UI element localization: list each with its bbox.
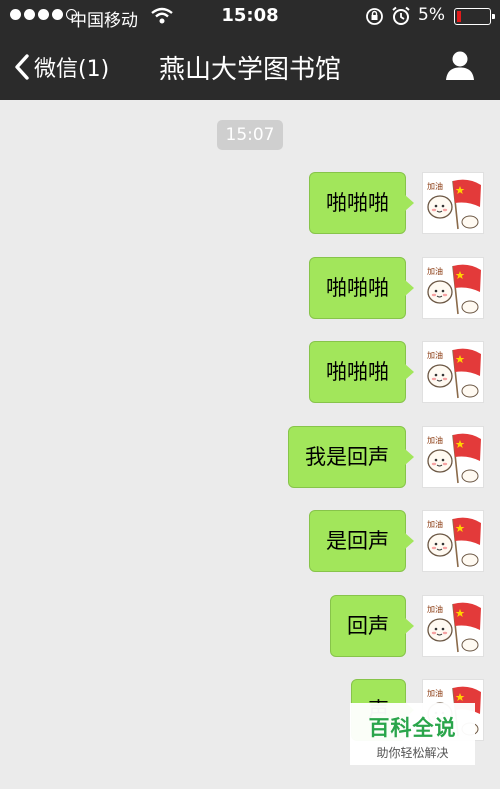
svg-text:加油: 加油	[427, 519, 443, 529]
message-bubble[interactable]: 是回声	[309, 510, 414, 572]
nav-bar: 微信(1) 燕山大学图书馆	[0, 33, 500, 100]
person-icon	[446, 51, 474, 80]
message-bubble[interactable]: 啪啪啪	[309, 172, 414, 234]
watermark: 百科全说 助你轻松解决	[350, 703, 475, 765]
sender-avatar[interactable]: 加油	[422, 172, 484, 234]
sender-avatar[interactable]: 加油	[422, 510, 484, 572]
alarm-icon	[392, 6, 410, 25]
message-row: 啪啪啪 加油	[309, 172, 484, 234]
message-row: 我是回声 加油	[288, 426, 484, 488]
watermark-title: 百科全说	[368, 716, 457, 740]
message-row: 啪啪啪 加油	[309, 257, 484, 319]
battery-percent: 5%	[418, 5, 445, 25]
svg-text:加油: 加油	[427, 266, 443, 276]
battery-icon	[454, 8, 495, 25]
sender-avatar[interactable]: 加油	[422, 595, 484, 657]
message-row: 是回声 加油	[309, 510, 484, 572]
svg-text:加油: 加油	[427, 604, 443, 614]
svg-text:加油: 加油	[427, 435, 443, 445]
message-bubble[interactable]: 啪啪啪	[309, 341, 414, 403]
message-timestamp: 15:07	[217, 120, 283, 150]
profile-button[interactable]	[444, 49, 476, 85]
svg-text:加油: 加油	[427, 688, 443, 698]
sender-avatar[interactable]: 加油	[422, 341, 484, 403]
sender-avatar[interactable]: 加油	[422, 257, 484, 319]
watermark-subtitle: 助你轻松解决	[376, 746, 449, 760]
battery-level	[457, 11, 461, 22]
message-bubble[interactable]: 我是回声	[288, 426, 414, 488]
sender-avatar[interactable]: 加油	[422, 426, 484, 488]
message-row: 啪啪啪 加油	[309, 341, 484, 403]
chat-title: 燕山大学图书馆	[158, 55, 341, 85]
rotation-lock-icon	[366, 8, 383, 25]
message-bubble[interactable]: 回声	[330, 595, 414, 657]
svg-text:加油: 加油	[427, 350, 443, 360]
message-bubble[interactable]: 啪啪啪	[309, 257, 414, 319]
status-bar: 中国移动 15:08 5%	[0, 0, 500, 33]
message-row: 回声 加油	[330, 595, 484, 657]
svg-text:加油: 加油	[427, 181, 443, 191]
